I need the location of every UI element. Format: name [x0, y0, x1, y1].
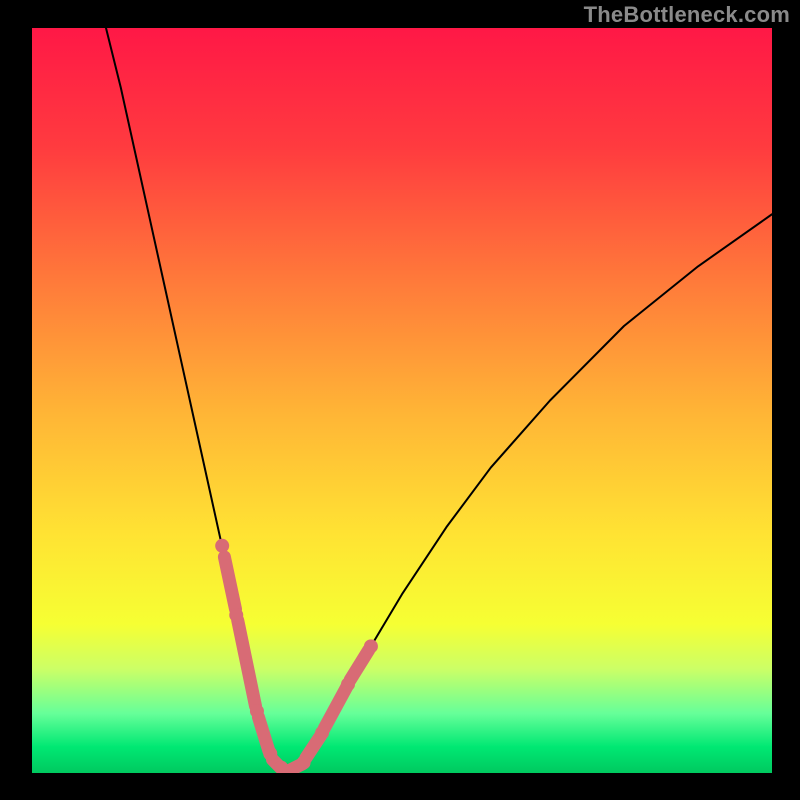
chart-frame: TheBottleneck.com — [0, 0, 800, 800]
plot-area — [32, 28, 772, 773]
highlight-dot — [315, 726, 329, 740]
gradient-background — [32, 28, 772, 773]
highlight-dot — [229, 608, 243, 622]
highlight-dot — [250, 704, 264, 718]
highlight-dot — [215, 539, 229, 553]
highlight-dot — [341, 677, 355, 691]
highlight-dot — [263, 747, 277, 761]
highlight-dot — [297, 756, 311, 770]
chart-svg — [32, 28, 772, 773]
highlight-dot — [364, 639, 378, 653]
watermark-text: TheBottleneck.com — [584, 2, 790, 28]
